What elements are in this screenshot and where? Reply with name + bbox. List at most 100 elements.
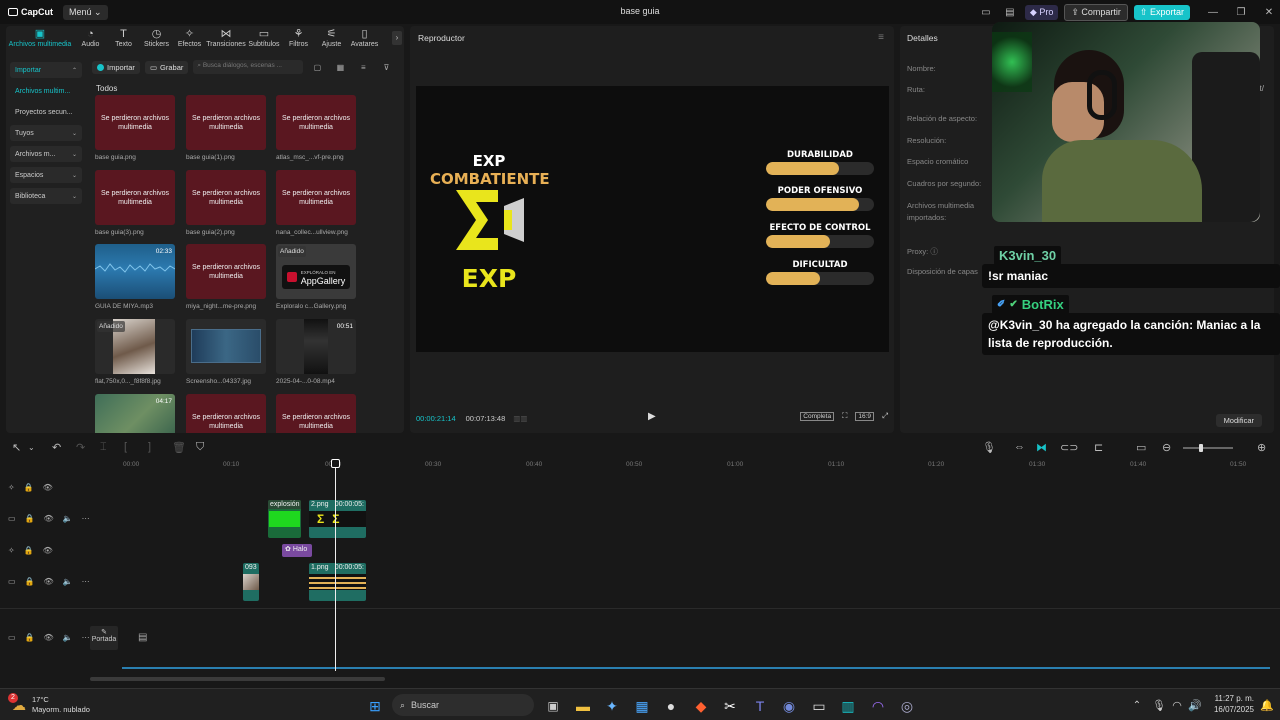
media-item[interactable]: Se perdieron archivos multimedia: [186, 394, 266, 433]
grid-view-icon[interactable]: ▦: [331, 63, 349, 72]
media-item[interactable]: Se perdieron archivos multimedia: [276, 394, 356, 433]
more-icon[interactable]: ⋯: [82, 633, 90, 642]
eye-icon[interactable]: 👁: [43, 546, 53, 555]
preview-axis-icon[interactable]: ⊏: [1094, 441, 1103, 454]
undo-icon[interactable]: ↶: [52, 441, 61, 454]
playhead-handle[interactable]: [331, 459, 340, 468]
sidebar-item-spaces[interactable]: Espacios ⌄: [10, 167, 82, 183]
sidebar-item-yours[interactable]: Tuyos ⌄: [10, 125, 82, 141]
sidebar-item-import[interactable]: Importar ⌃: [10, 62, 82, 78]
play-icon[interactable]: ▶: [648, 411, 656, 422]
import-button[interactable]: Importar: [92, 60, 140, 74]
volume-icon[interactable]: 🔊: [1186, 697, 1204, 715]
media-item[interactable]: Se perdieron archivos multimedia base gu…: [186, 170, 266, 236]
sidebar-item-media[interactable]: Archivos multim...: [10, 83, 82, 99]
tab-effects[interactable]: ✧ Efectos: [173, 26, 206, 56]
wifi-icon[interactable]: ◠: [1168, 697, 1186, 715]
media-item[interactable]: Se perdieron archivos multimedia nana_co…: [276, 170, 356, 236]
clip-explosion[interactable]: explosión: [268, 500, 301, 538]
github-icon[interactable]: ●: [662, 697, 680, 715]
media-item[interactable]: Añadido flat,750x,0..._f8f8f8.jpg: [95, 319, 175, 385]
sort-icon[interactable]: ≡: [354, 63, 372, 72]
lock-icon[interactable]: 🔒: [24, 483, 34, 492]
playhead[interactable]: [335, 459, 336, 671]
fit-screen-icon[interactable]: ⛶: [842, 411, 847, 421]
speaker-icon[interactable]: 🔈: [63, 633, 73, 642]
minimize-icon[interactable]: —: [1202, 7, 1224, 18]
lock-icon[interactable]: 🔒: [25, 633, 35, 642]
split-left-icon[interactable]: [: [124, 441, 127, 453]
clip-1-png[interactable]: 1.png 00:00:05:: [309, 563, 366, 601]
notification-bell-icon[interactable]: 🔔: [1258, 697, 1276, 715]
terminal-icon[interactable]: ▭: [810, 697, 828, 715]
task-view-icon[interactable]: ▣: [544, 697, 562, 715]
more-icon[interactable]: ⋯: [82, 577, 90, 586]
menu-button[interactable]: Menú ⌄: [63, 4, 108, 20]
chevron-up-icon[interactable]: ⌃: [1128, 697, 1146, 715]
modify-button[interactable]: Modificar: [1215, 414, 1262, 427]
zoom-slider[interactable]: [1183, 447, 1233, 449]
timeline-ruler[interactable]: 00:00 00:10 00:20 00:30 00:40 00:50 01:0…: [120, 459, 1275, 471]
media-item[interactable]: Añadido EXPLÓRALO EN AppGallery Exploral…: [276, 244, 356, 310]
zoom-slider-knob[interactable]: [1199, 444, 1203, 452]
shortcuts-icon[interactable]: ▤: [1001, 7, 1019, 18]
media-item[interactable]: 04:17: [95, 394, 175, 433]
layout-icon[interactable]: ▭: [977, 7, 995, 18]
brave-icon[interactable]: ◆: [692, 697, 710, 715]
media-item[interactable]: Screensho...04337.jpg: [186, 319, 266, 385]
media-item[interactable]: Se perdieron archivos multimedia base gu…: [95, 95, 175, 161]
close-icon[interactable]: ✕: [1258, 7, 1280, 18]
fullscreen-icon[interactable]: ⤢: [882, 411, 888, 421]
record-button[interactable]: ▭ Grabar: [144, 60, 189, 74]
zoom-out-icon[interactable]: ⊖: [1162, 441, 1171, 454]
windows-start-icon[interactable]: ⊞: [366, 697, 384, 715]
media-item[interactable]: Se perdieron archivos multimedia miya_ni…: [186, 244, 266, 310]
redo-icon[interactable]: ↷: [76, 441, 85, 454]
maximize-icon[interactable]: ❐: [1230, 7, 1252, 18]
menu-icon[interactable]: ≡: [878, 32, 884, 43]
full-quality-button[interactable]: Completa: [800, 411, 835, 421]
file-explorer-icon[interactable]: ▬: [574, 697, 592, 715]
eye-icon[interactable]: 👁: [43, 483, 53, 492]
tab-audio[interactable]: ◔ Audio: [74, 26, 107, 56]
caption-icon[interactable]: ▭: [1136, 441, 1146, 454]
steam-icon[interactable]: ◎: [898, 697, 916, 715]
clip-halo[interactable]: ✿ Halo: [282, 544, 312, 557]
zoom-in-icon[interactable]: ⊕: [1257, 441, 1266, 454]
select-tool-icon[interactable]: ↖: [12, 441, 21, 454]
eye-icon[interactable]: 👁: [44, 514, 54, 523]
aspect-ratio-button[interactable]: 16:9: [855, 411, 874, 421]
media-item[interactable]: 02:33 GUIA DE MIYA.mp3: [95, 244, 175, 310]
sidebar-item-subprojects[interactable]: Proyectos secun...: [10, 104, 82, 120]
taskbar-search[interactable]: ⌕ Buscar: [392, 694, 534, 716]
lock-icon[interactable]: 🔒: [25, 514, 35, 523]
folder-icon[interactable]: ▢: [308, 63, 326, 72]
microphone-icon[interactable]: 🎙: [1150, 697, 1168, 715]
clock[interactable]: 11:27 p. m. 16/07/2025: [1206, 693, 1254, 715]
tab-stickers[interactable]: ◷ Stickers: [140, 26, 173, 56]
tab-filters[interactable]: ⚘ Filtros: [282, 26, 315, 56]
weather-widget[interactable]: ☁ 2 17°C Mayorm. nublado: [8, 692, 122, 717]
shield-icon[interactable]: ⛉: [196, 441, 204, 454]
speaker-icon[interactable]: 🔈: [63, 514, 73, 523]
split-icon[interactable]: ⌶: [100, 441, 107, 454]
microphone-icon[interactable]: 🎙: [982, 441, 996, 454]
filter-icon[interactable]: ⊽: [377, 63, 395, 72]
timeline-scrollbar[interactable]: [90, 677, 385, 681]
teams-icon[interactable]: T: [751, 697, 769, 715]
chevron-right-icon[interactable]: ›: [392, 31, 402, 45]
clip-2-png[interactable]: 2.png 00:00:05: ΣΣ: [309, 500, 366, 538]
pro-badge[interactable]: ◆ Pro: [1024, 4, 1059, 20]
headset-icon[interactable]: ◠: [869, 697, 887, 715]
tab-transitions[interactable]: ⋈ Transiciones: [206, 26, 246, 56]
tab-media[interactable]: ▣ Archivos multimedia: [6, 26, 74, 56]
chain-icon[interactable]: ⊂⊃: [1060, 441, 1078, 454]
preview-canvas[interactable]: EXP COMBATIENTE EXP DURABILIDAD PODER OF…: [416, 86, 889, 352]
cover-button[interactable]: ✎ Portada: [90, 626, 118, 650]
magnet-icon[interactable]: ⧓: [1036, 441, 1047, 454]
sidebar-item-media-files[interactable]: Archivos m... ⌄: [10, 146, 82, 162]
lock-icon[interactable]: 🔒: [24, 546, 34, 555]
tab-avatars[interactable]: ▯ Avatares: [348, 26, 381, 56]
eye-icon[interactable]: 👁: [44, 577, 54, 586]
store-icon[interactable]: ▦: [633, 697, 651, 715]
